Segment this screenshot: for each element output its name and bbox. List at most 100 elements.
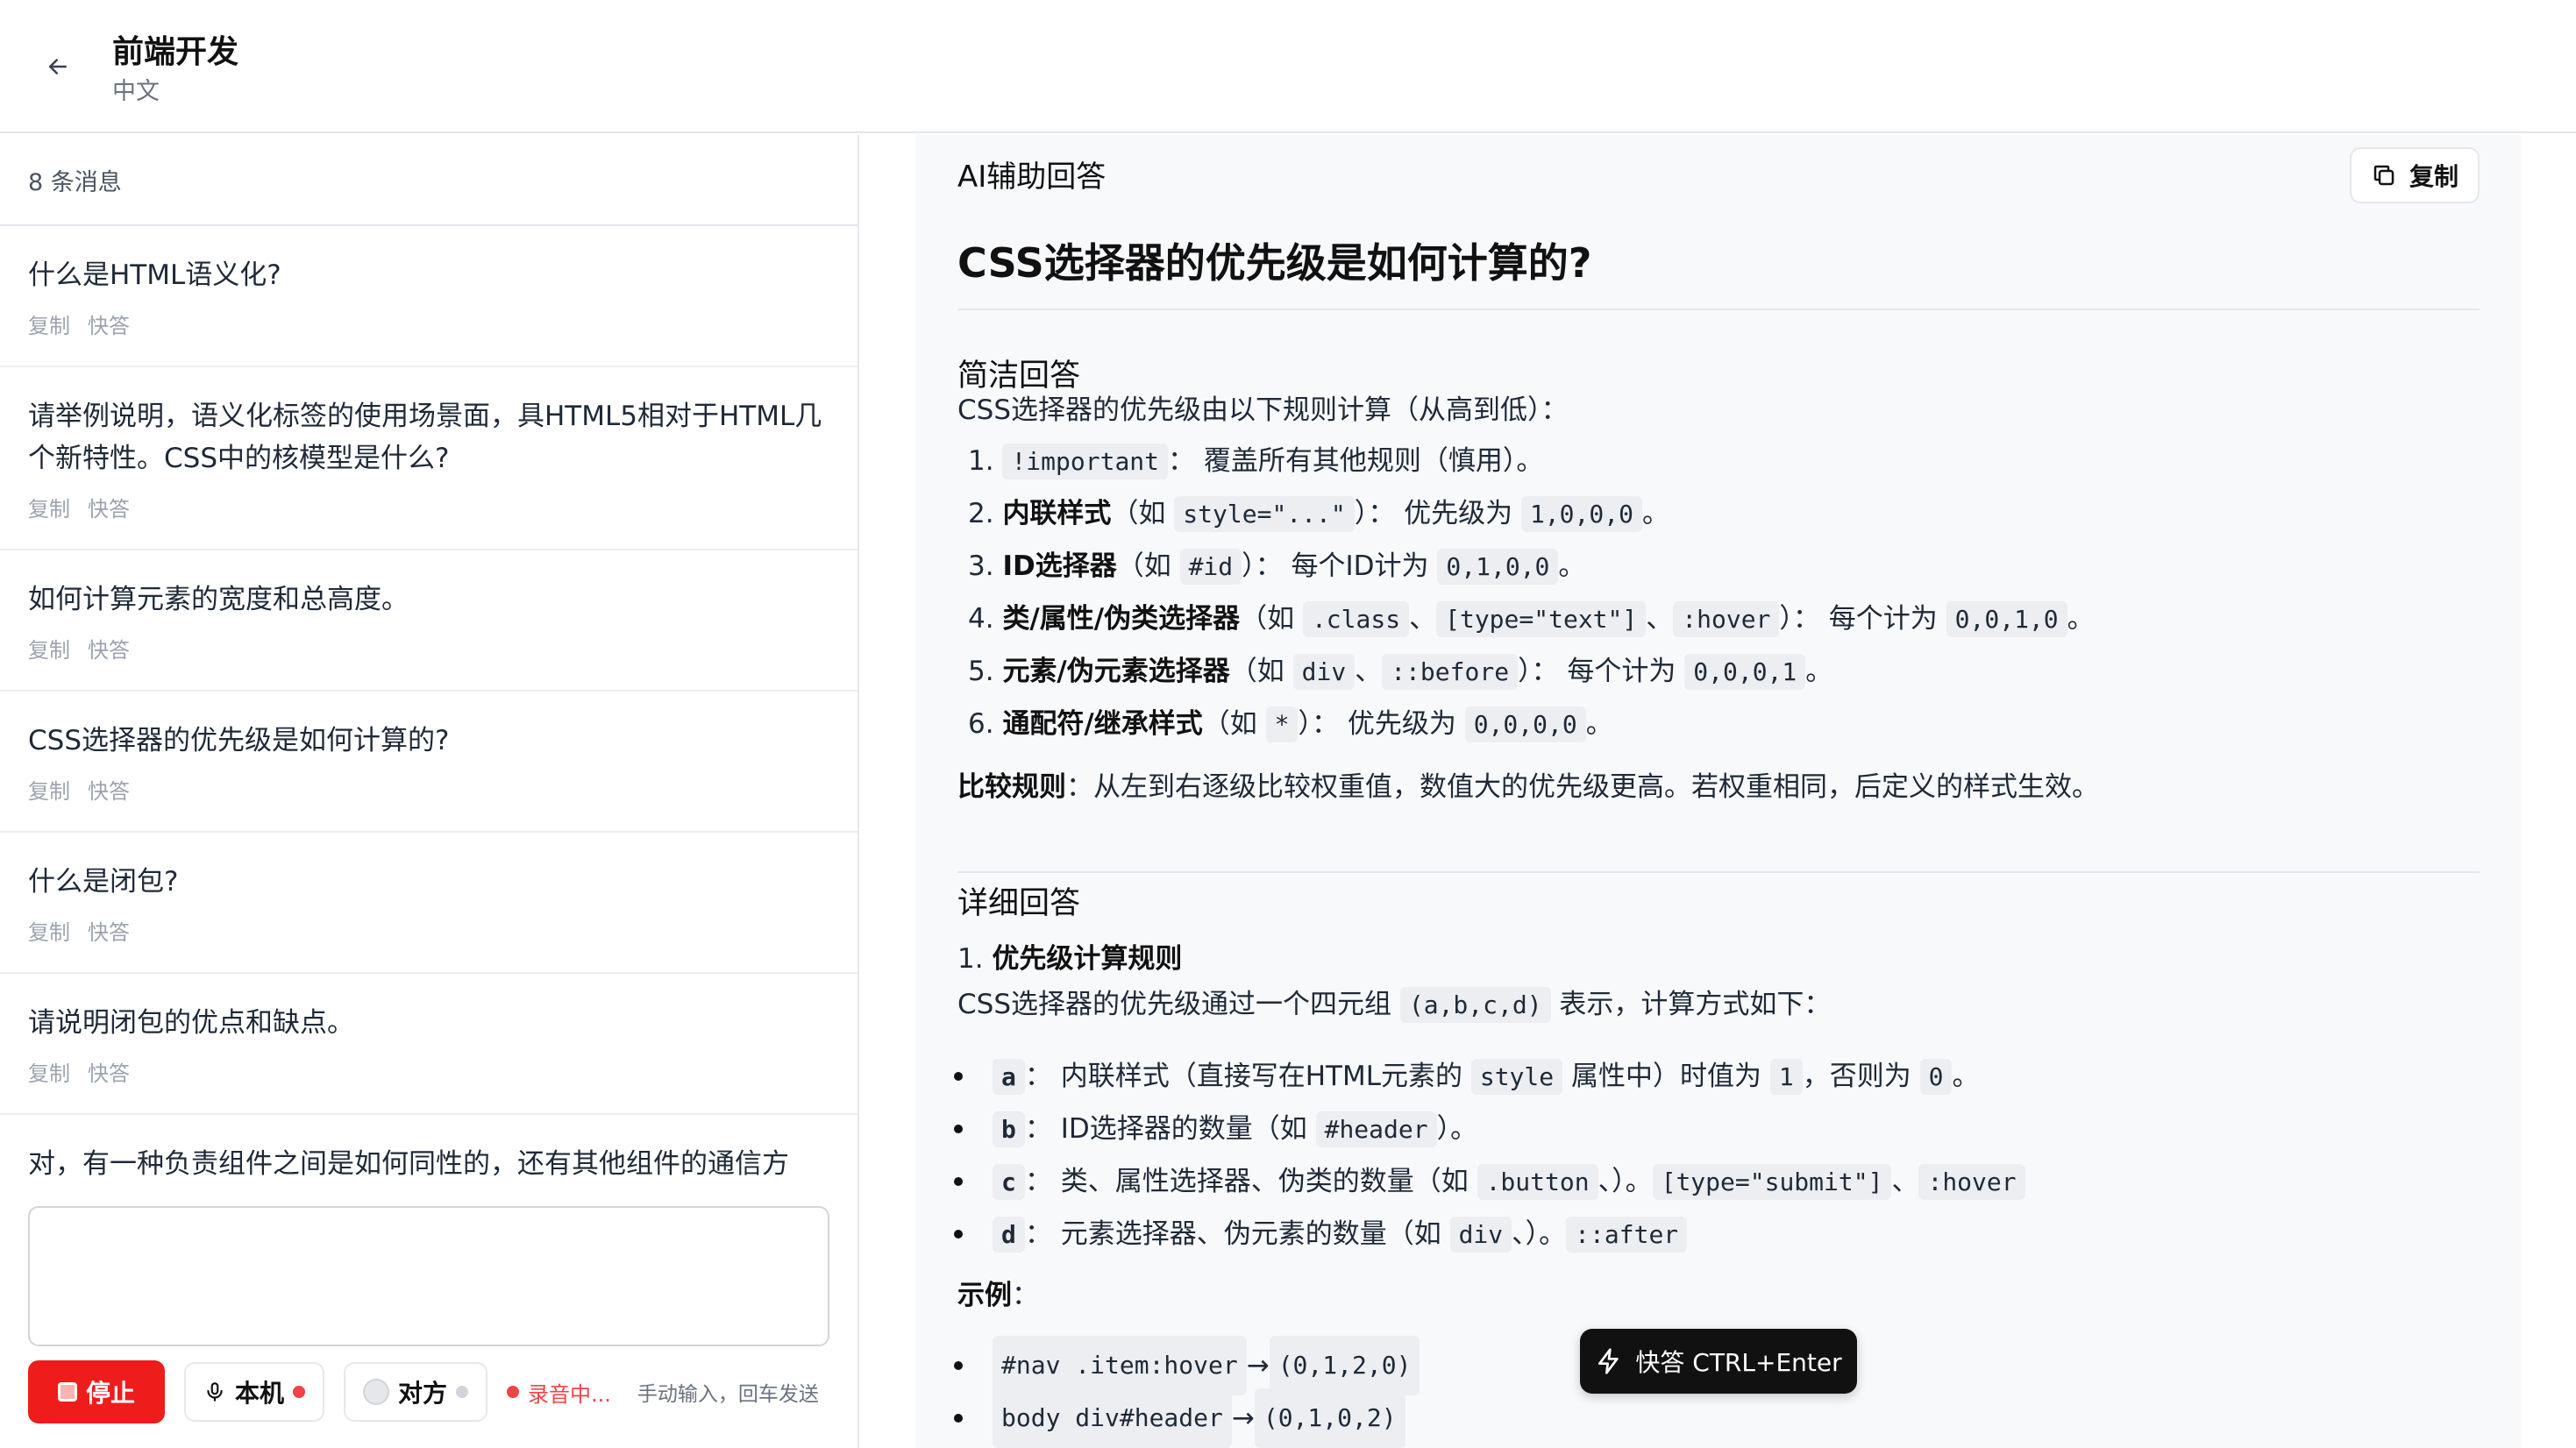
quick-answer-link[interactable]: 快答 <box>88 774 130 805</box>
rule-code: !important <box>1002 444 1169 479</box>
rule-text: （如 <box>1240 603 1303 635</box>
ai-answer-label: AI辅助回答 <box>957 160 1107 195</box>
brief-intro: CSS选择器的优先级由以下规则计算（从高到低）： <box>957 394 1569 426</box>
rule-weight: 0,0,0,0 <box>1464 706 1586 742</box>
rule-text: ）： 每个ID计为 <box>1242 550 1438 582</box>
quick-answer-link[interactable]: 快答 <box>88 1056 130 1087</box>
copy-message-link[interactable]: 复制 <box>28 492 70 522</box>
message-item[interactable]: 什么是闭包? 复制 快答 <box>0 833 857 974</box>
tuple-key-wrap: d <box>993 1216 1025 1253</box>
tuple-key-wrap: c <box>993 1163 1025 1200</box>
tuple-text: ）。 <box>1525 1217 1567 1250</box>
priority-rules-list: 1. !important： 覆盖所有其他规则（慎用）。 2. 内联样式（如 st… <box>968 435 2095 750</box>
message-item[interactable]: CSS选择器的优先级是如何计算的? 复制 快答 <box>0 692 857 833</box>
rule-number: 5. <box>968 656 994 687</box>
tuple-key-wrap: a <box>993 1058 1025 1095</box>
message-actions: 复制 快答 <box>28 633 829 664</box>
message-text: 什么是闭包? <box>28 866 179 898</box>
rule-code: ::before <box>1382 654 1519 690</box>
page-title: 前端开发 <box>112 34 239 70</box>
rule-text: （如 <box>1202 708 1266 740</box>
quick-answer-link[interactable]: 快答 <box>88 309 130 339</box>
remote-audio-button[interactable]: 对方 <box>344 1362 488 1422</box>
recording-dot <box>507 1386 520 1398</box>
answer-panel: AI辅助回答 复制 CSS选择器的优先级是如何计算的? 简洁回答 CSS选择器的… <box>915 135 2522 1448</box>
detail-intro-pre: CSS选择器的优先级通过一个四元组 <box>957 989 1400 1020</box>
tuple-code: (a,b,c,d) <box>1399 987 1551 1023</box>
local-status-dot <box>293 1386 306 1398</box>
tuple-text: ，否则为 <box>1802 1060 1920 1092</box>
arrow-right-icon: → <box>1231 1402 1255 1434</box>
rule-text: （如 <box>1116 550 1180 582</box>
question-title: CSS选择器的优先级是如何计算的? <box>957 231 2480 310</box>
local-mic-button[interactable]: 本机 <box>184 1362 325 1422</box>
message-item[interactable]: 请举例说明，语义化标签的使用场景面，具HTML5相对于HTML几个新特性。CSS… <box>0 367 857 550</box>
recording-controls: 停止 本机 对方 录音中... 手动输入，回车发送 <box>28 1360 829 1423</box>
back-button[interactable] <box>39 47 77 86</box>
rule-item: 3. ID选择器（如 #id）： 每个ID计为 0,1,0,0。 <box>968 540 2095 593</box>
bullet-dot <box>954 1072 963 1081</box>
tuple-item-content: d： 元素选择器、伪元素的数量（如 div、）。::after <box>993 1208 1688 1261</box>
language-label: 中文 <box>112 78 160 105</box>
message-list[interactable]: 什么是HTML语义化? 复制 快答 请举例说明，语义化标签的使用场景面，具HTML5相… <box>0 226 857 1178</box>
copy-message-link[interactable]: 复制 <box>28 774 70 805</box>
message-input[interactable] <box>28 1206 829 1346</box>
message-panel: 8 条消息 什么是HTML语义化? 复制 快答 请举例说明，语义化标签的使用场景面，具… <box>0 135 859 1448</box>
rule-text: 。 <box>1805 656 1833 687</box>
tuple-code: style <box>1470 1058 1563 1095</box>
tuple-text: ： 类、属性选择器、伪类的数量（如 <box>1024 1165 1477 1197</box>
message-item[interactable]: 如何计算元素的宽度和总高度。 复制 快答 <box>0 550 857 692</box>
tuple-separator: 、 <box>1598 1165 1612 1197</box>
rule-number: 4. <box>968 603 994 635</box>
tuple-separator: 、 <box>1512 1217 1526 1250</box>
quick-answer-link[interactable]: 快答 <box>88 915 130 946</box>
rule-item: 2. 内联样式（如 style="..."）： 优先级为 1,0,0,0。 <box>968 487 2095 540</box>
quick-answer-link[interactable]: 快答 <box>88 633 130 664</box>
recording-status: 录音中... <box>507 1377 611 1408</box>
tuple-code: ::after <box>1566 1216 1688 1253</box>
stop-icon <box>57 1382 77 1402</box>
recording-label: 录音中... <box>528 1381 611 1407</box>
message-item[interactable]: 对，有一种负责组件之间是如何同性的，还有其他组件的通信方复制快答 <box>0 1115 857 1178</box>
compare-rule-text: ：从左到右逐级比较权重值，数值大的优先级更高。若权重相同，后定义的样式生效。 <box>1066 771 2099 803</box>
quick-answer-link[interactable]: 快答 <box>88 492 130 522</box>
rule-number: 2. <box>968 498 994 529</box>
remote-toggle-icon <box>363 1379 390 1405</box>
rule-separator: 、 <box>1646 603 1674 635</box>
tuple-text: ）。 <box>1436 1112 1478 1145</box>
detail-answer-title: 详细回答 <box>957 886 1081 921</box>
tuple-code: [type="submit"] <box>1652 1163 1892 1200</box>
copy-message-link[interactable]: 复制 <box>28 915 70 946</box>
tuple-item: a： 内联样式（直接写在HTML元素的 style 属性中）时值为 1 ，否则为 … <box>954 1050 2025 1103</box>
rule-text: 。 <box>1641 498 1669 529</box>
rule-name: 类/属性/伪类选择器 <box>1002 603 1241 635</box>
message-actions: 复制 快答 <box>28 915 829 946</box>
copy-message-link[interactable]: 复制 <box>28 1056 70 1087</box>
quick-answer-button[interactable]: 快答 CTRL+Enter <box>1580 1329 1857 1394</box>
stop-button[interactable]: 停止 <box>28 1360 165 1423</box>
copy-message-link[interactable]: 复制 <box>28 309 70 339</box>
example-weight: (0,1,2,0) <box>1269 1336 1420 1395</box>
copy-label: 复制 <box>2409 162 2459 191</box>
copy-icon <box>2373 165 2395 186</box>
rule-name: 内联样式 <box>1002 498 1112 529</box>
detail-sub-number: 1. <box>957 943 984 975</box>
copy-message-link[interactable]: 复制 <box>28 633 70 664</box>
message-item[interactable]: 什么是HTML语义化? 复制 快答 <box>0 226 857 367</box>
rule-code: [type="text"] <box>1436 601 1647 637</box>
tuple-item-content: b： ID选择器的数量（如 #header）。 <box>993 1103 1477 1156</box>
rule-number: 6. <box>968 708 994 740</box>
arrow-left-icon <box>49 59 67 75</box>
tuple-key-wrap: b <box>993 1111 1025 1147</box>
rule-weight: 1,0,0,0 <box>1520 496 1642 532</box>
example-selector: body div#header <box>993 1388 1232 1448</box>
stop-label: 停止 <box>85 1380 135 1407</box>
message-text: 如何计算元素的宽度和总高度。 <box>28 584 409 615</box>
copy-answer-button[interactable]: 复制 <box>2349 147 2480 203</box>
message-text: CSS选择器的优先级是如何计算的? <box>28 725 450 756</box>
rule-name: 元素/伪元素选择器 <box>1002 656 1230 687</box>
detail-intro: CSS选择器的优先级通过一个四元组 (a,b,c,d) 表示，计算方式如下： <box>957 985 1831 1025</box>
tuple-text: ： 元素选择器、伪元素的数量（如 <box>1024 1217 1450 1250</box>
message-item[interactable]: 请说明闭包的优点和缺点。 复制 快答 <box>0 974 857 1115</box>
lightning-icon <box>1598 1348 1619 1374</box>
